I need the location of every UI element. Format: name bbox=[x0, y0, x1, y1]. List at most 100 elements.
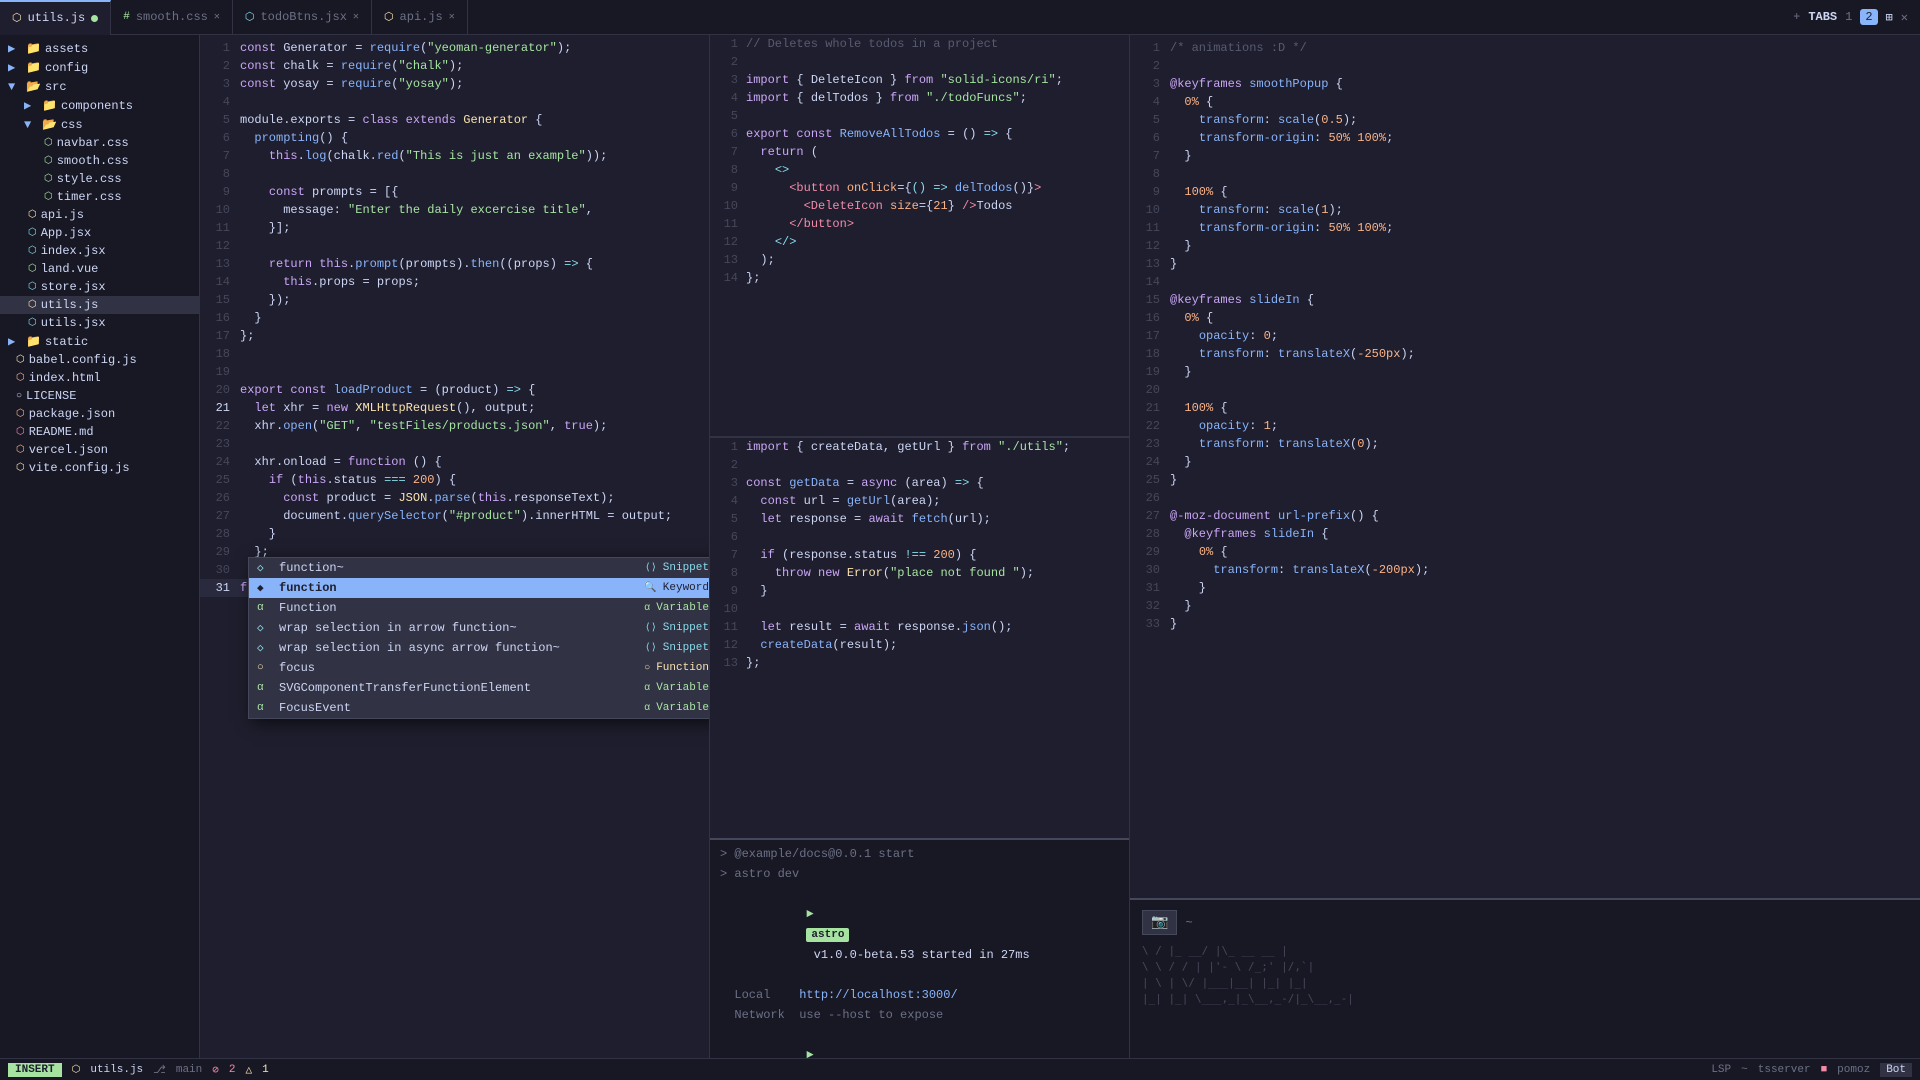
file-icon-store-jsx: ⬡ bbox=[28, 281, 37, 293]
sidebar-item-src[interactable]: ▼ 📂 src bbox=[0, 77, 199, 96]
editor-utils-js: 1const Generator = require("yeoman-gener… bbox=[200, 35, 710, 1058]
sidebar-file-index-html[interactable]: ⬡ index.html bbox=[0, 369, 199, 387]
status-branch: main bbox=[176, 1064, 202, 1076]
code-line-13: 13 return this.prompt(prompts).then((pro… bbox=[200, 255, 709, 273]
terminal-line-2: > astro dev bbox=[720, 864, 1119, 884]
tab-todobtns-jsx[interactable]: ⬡ todoBtns.jsx ✕ bbox=[233, 0, 372, 35]
ac-icon-right-snippet1: ⟨⟩ bbox=[645, 562, 657, 574]
code-line-b9: 9 } bbox=[710, 582, 1129, 600]
tab-label-todobtns-jsx: todoBtns.jsx bbox=[260, 10, 346, 24]
css-line-21: 21 100% { bbox=[1130, 399, 1920, 417]
status-lsp: LSP bbox=[1711, 1064, 1731, 1076]
tab-smooth-css[interactable]: # smooth.css ✕ bbox=[111, 0, 233, 35]
editor1-scrollable[interactable]: 1const Generator = require("yeoman-gener… bbox=[200, 35, 709, 1058]
sidebar-file-app-jsx[interactable]: ⬡ App.jsx bbox=[0, 224, 199, 242]
folder-icon-css: 📂 bbox=[42, 117, 57, 132]
folder-icon-components: 📁 bbox=[42, 98, 57, 113]
sidebar-file-index-jsx[interactable]: ⬡ index.jsx bbox=[0, 242, 199, 260]
status-branch-icon: ⎇ bbox=[153, 1063, 166, 1077]
sidebar-file-store-jsx[interactable]: ⬡ store.jsx bbox=[0, 278, 199, 296]
file-icon-style-css: ⬡ bbox=[44, 173, 53, 185]
code-line-15: 15 }); bbox=[200, 291, 709, 309]
css-line-31: 31 } bbox=[1130, 579, 1920, 597]
code-line-18: 18 bbox=[200, 345, 709, 363]
sidebar-file-readme[interactable]: ⬡ README.md bbox=[0, 423, 199, 441]
sidebar-file-timer-css[interactable]: ⬡ timer.css bbox=[0, 188, 199, 206]
code-line-t2: 2 bbox=[710, 53, 1129, 71]
autocomplete-item-wrap-async[interactable]: ◇ wrap selection in async arrow function… bbox=[249, 638, 710, 658]
autocomplete-item-wrap-arrow[interactable]: ◇ wrap selection in arrow function~ ⟨⟩ S… bbox=[249, 618, 710, 638]
code-line-t10: 10 <DeleteIcon size={21} />Todos bbox=[710, 197, 1129, 215]
code-line-t9: 9 <button onClick={() => delTodos()}> bbox=[710, 179, 1129, 197]
ac-icon-right-var3: α bbox=[644, 703, 650, 714]
camera-icon[interactable]: 📷 bbox=[1142, 910, 1177, 935]
tab-close-smooth-css[interactable]: ✕ bbox=[214, 11, 220, 23]
code-line-b3: 3const getData = async (area) => { bbox=[710, 474, 1129, 492]
tab-utils-js[interactable]: ⬡ utils.js bbox=[0, 0, 111, 35]
sidebar-file-package-json[interactable]: ⬡ package.json bbox=[0, 405, 199, 423]
autocomplete-item-function-snippet[interactable]: ◇ function~ ⟨⟩ Snippet bbox=[249, 558, 710, 578]
app-container: ⬡ utils.js # smooth.css ✕ ⬡ todoBtns.jsx… bbox=[0, 0, 1920, 1080]
autocomplete-item-function-keyword[interactable]: ◆ function 🔍 Keyword bbox=[249, 578, 710, 598]
sidebar-item-static[interactable]: ▶ 📁 static bbox=[0, 332, 199, 351]
terminal-beta-msg: ► This is a beta prerelease build bbox=[720, 1025, 1119, 1058]
code-line-17: 17}; bbox=[200, 327, 709, 345]
code-line-t4: 4import { delTodos } from "./todoFuncs"; bbox=[710, 89, 1129, 107]
tab-toggle-icon[interactable]: ⊞ bbox=[1886, 10, 1893, 25]
sidebar-item-components[interactable]: ▶ 📁 components bbox=[0, 96, 199, 115]
sidebar-file-style-css[interactable]: ⬡ style.css bbox=[0, 170, 199, 188]
code-line-b2: 2 bbox=[710, 456, 1129, 474]
sidebar-file-land-vue[interactable]: ⬡ land.vue bbox=[0, 260, 199, 278]
file-icon-license: ○ bbox=[16, 391, 22, 402]
editor3-scrollable[interactable]: 1/* animations :D */ 2 3@keyframes smoot… bbox=[1130, 35, 1920, 898]
file-icon-app-jsx: ⬡ bbox=[28, 227, 37, 239]
status-pomoz: pomoz bbox=[1837, 1064, 1870, 1076]
status-bot-badge: Bot bbox=[1880, 1063, 1912, 1077]
tab-close-all-icon[interactable]: ✕ bbox=[1901, 10, 1908, 25]
ac-icon-right-keyword: 🔍 bbox=[644, 582, 656, 594]
sidebar-file-utils-jsx[interactable]: ⬡ utils.jsx bbox=[0, 314, 199, 332]
sidebar-label-package-json: package.json bbox=[29, 407, 115, 421]
ac-icon-right-function1: ○ bbox=[644, 663, 650, 674]
code-line-23: 23 bbox=[200, 435, 709, 453]
autocomplete-item-svg-transfer[interactable]: α SVGComponentTransferFunctionElement α … bbox=[249, 678, 710, 698]
autocomplete-item-focus[interactable]: ○ focus ○ Function bbox=[249, 658, 710, 678]
status-tsserver: tsserver bbox=[1758, 1064, 1811, 1076]
tab-close-todobtns-jsx[interactable]: ✕ bbox=[353, 11, 359, 23]
css-line-7: 7 } bbox=[1130, 147, 1920, 165]
sidebar-file-navbar-css[interactable]: ⬡ navbar.css bbox=[0, 134, 199, 152]
sidebar-file-license[interactable]: ○ LICENSE bbox=[0, 387, 199, 405]
ac-type-var2: Variable bbox=[656, 682, 709, 694]
code-line-6: 6 prompting() { bbox=[200, 129, 709, 147]
tab-label-api-js: api.js bbox=[400, 10, 443, 24]
sidebar-file-vite-config[interactable]: ⬡ vite.config.js bbox=[0, 459, 199, 477]
sidebar-file-babel[interactable]: ⬡ babel.config.js bbox=[0, 351, 199, 369]
css-line-17: 17 opacity: 0; bbox=[1130, 327, 1920, 345]
code-line-b13: 13}; bbox=[710, 654, 1129, 672]
sidebar-file-vercel-json[interactable]: ⬡ vercel.json bbox=[0, 441, 199, 459]
ac-icon-keyword: ◆ bbox=[257, 581, 273, 595]
ac-name-function-keyword: function bbox=[279, 581, 638, 595]
autocomplete-item-focus-event[interactable]: α FocusEvent α Variable bbox=[249, 698, 710, 718]
code-line-b12: 12 createData(result); bbox=[710, 636, 1129, 654]
sidebar-item-config[interactable]: ▶ 📁 config bbox=[0, 58, 199, 77]
sidebar-file-api-js[interactable]: ⬡ api.js bbox=[0, 206, 199, 224]
file-icon-index-html: ⬡ bbox=[16, 372, 25, 384]
css-line-30: 30 transform: translateX(-200px); bbox=[1130, 561, 1920, 579]
tab-close-api-js[interactable]: ✕ bbox=[449, 11, 455, 23]
ac-type-function1: Function bbox=[656, 662, 709, 674]
autocomplete-item-function-var[interactable]: α Function α Variable bbox=[249, 598, 710, 618]
autocomplete-dropdown: ◇ function~ ⟨⟩ Snippet ◆ function 🔍 Keyw… bbox=[248, 557, 710, 719]
sidebar-item-css[interactable]: ▼ 📂 css bbox=[0, 115, 199, 134]
css-line-18: 18 transform: translateX(-250px); bbox=[1130, 345, 1920, 363]
sidebar-label-navbar-css: navbar.css bbox=[57, 136, 129, 150]
sidebar-label-api-js: api.js bbox=[41, 208, 84, 222]
tab-api-js[interactable]: ⬡ api.js ✕ bbox=[372, 0, 468, 35]
add-tab-icon[interactable]: + bbox=[1793, 10, 1800, 24]
sidebar-label-utils-js: utils.js bbox=[41, 298, 99, 312]
css-line-8: 8 bbox=[1130, 165, 1920, 183]
sidebar-file-utils-js[interactable]: ⬡ utils.js bbox=[0, 296, 199, 314]
sidebar-item-assets[interactable]: ▶ 📁 assets bbox=[0, 39, 199, 58]
terminal-local: Local http://localhost:3000/ bbox=[720, 985, 1119, 1005]
sidebar-file-smooth-css[interactable]: ⬡ smooth.css bbox=[0, 152, 199, 170]
